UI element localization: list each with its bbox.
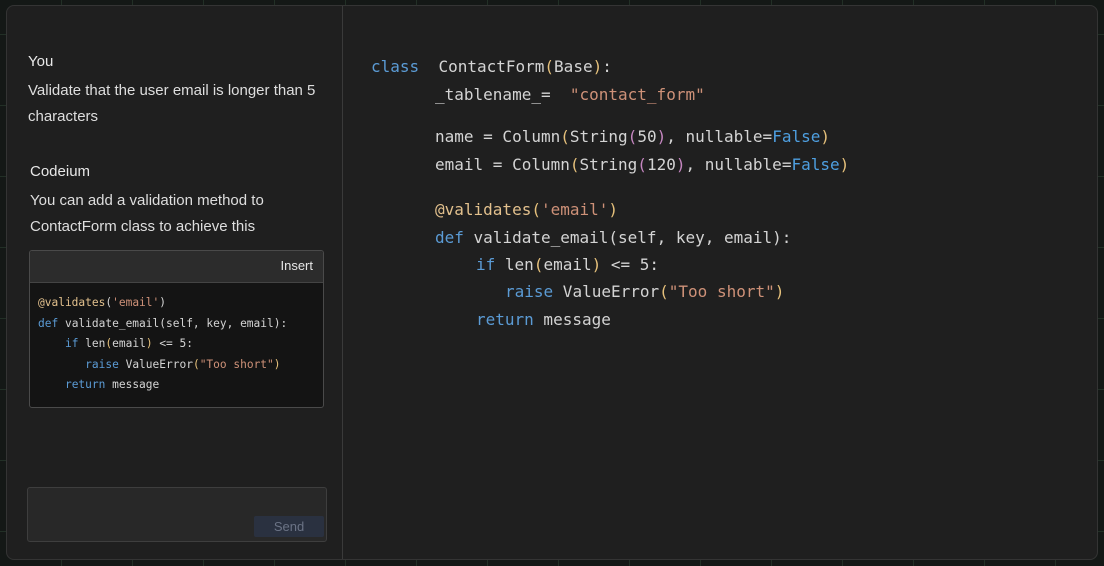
code-line: _tablename_= "contact_form" bbox=[435, 85, 705, 104]
code-line: return message bbox=[476, 310, 611, 329]
send-button[interactable]: Send bbox=[254, 516, 324, 537]
chat-input[interactable]: Send bbox=[27, 487, 327, 542]
code-snippet-card: Insert @validates('email') def validate_… bbox=[29, 250, 324, 408]
app-window: You Validate that the user email is long… bbox=[6, 5, 1098, 560]
code-editor[interactable]: class ContactForm(Base): _tablename_= "c… bbox=[343, 6, 1097, 559]
code-line: class ContactForm(Base): bbox=[371, 57, 612, 76]
code-snippet-header: Insert bbox=[30, 251, 323, 283]
user-sender-label: You bbox=[28, 53, 54, 70]
assistant-sender-label: Codeium bbox=[30, 163, 91, 180]
insert-button[interactable]: Insert bbox=[280, 258, 313, 273]
code-line: if len(email) <= 5: bbox=[476, 255, 660, 274]
snippet-line: if len(email) <= 5: bbox=[64, 337, 193, 351]
code-line: email = Column(String(120), nullable=Fal… bbox=[435, 155, 850, 174]
snippet-line: return message bbox=[64, 378, 160, 392]
code-line: raise ValueError("Too short") bbox=[505, 282, 785, 301]
snippet-line: @validates('email') bbox=[38, 296, 167, 309]
assistant-message: You can add a validation method to Conta… bbox=[30, 192, 264, 235]
snippet-line: raise ValueError("Too short") bbox=[85, 357, 281, 371]
snippet-line: def validate_email(self, key, email): bbox=[38, 316, 288, 330]
code-snippet-body: @validates('email') def validate_email(s… bbox=[38, 293, 287, 396]
code-line: name = Column(String(50), nullable=False… bbox=[435, 127, 830, 146]
code-line: @validates('email') bbox=[435, 200, 619, 219]
chat-panel: You Validate that the user email is long… bbox=[7, 6, 343, 559]
code-line: def validate_email(self, key, email): bbox=[435, 228, 792, 247]
user-message: Validate that the user email is longer t… bbox=[28, 82, 316, 125]
